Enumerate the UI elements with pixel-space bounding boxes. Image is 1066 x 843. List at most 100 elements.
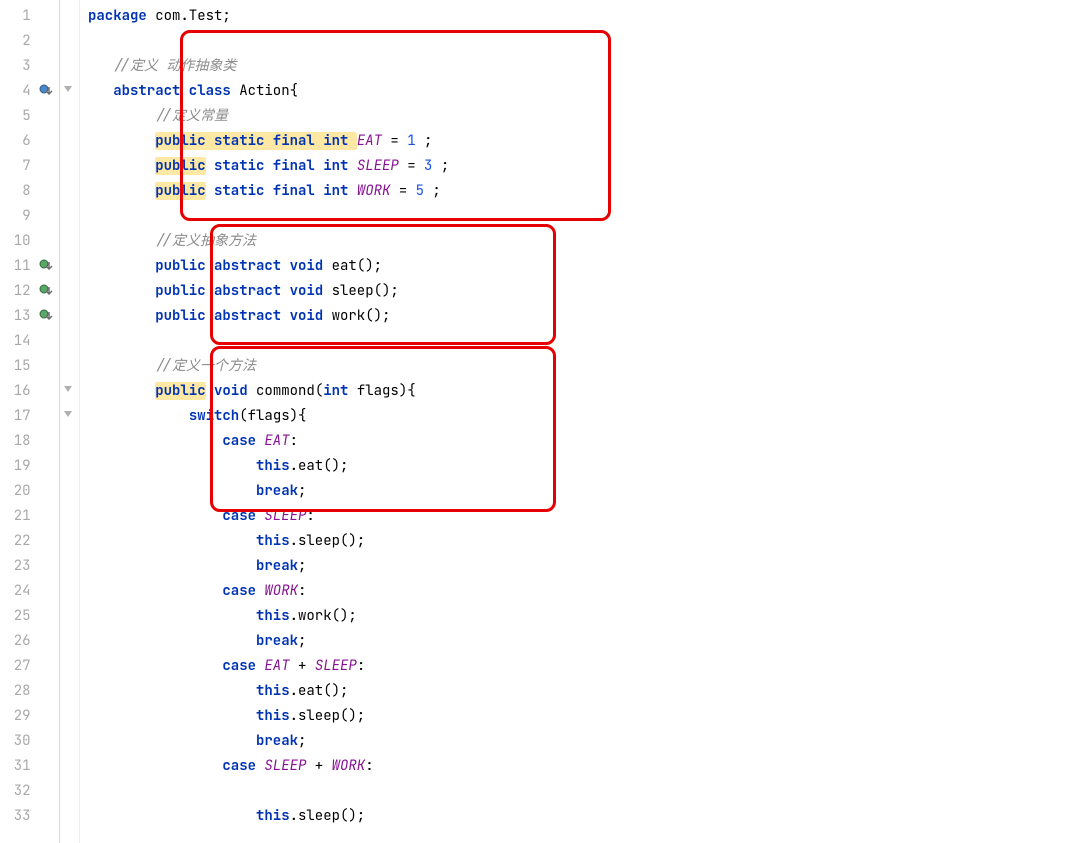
line-number[interactable]: 24: [0, 579, 59, 604]
code-line[interactable]: package com.Test;: [80, 4, 1066, 29]
code-line[interactable]: public abstract void sleep();: [80, 279, 1066, 304]
fold-gutter-line: [60, 779, 79, 804]
line-number[interactable]: 11: [0, 254, 59, 279]
line-number[interactable]: 30: [0, 729, 59, 754]
code-line[interactable]: this.work();: [80, 604, 1066, 629]
fold-gutter-line: [60, 204, 79, 229]
line-number[interactable]: 14: [0, 329, 59, 354]
line-number[interactable]: 23: [0, 554, 59, 579]
fold-gutter-line: [60, 329, 79, 354]
fold-gutter-line: [60, 229, 79, 254]
line-number[interactable]: 19: [0, 454, 59, 479]
code-line[interactable]: case EAT:: [80, 429, 1066, 454]
fold-gutter-line: [60, 129, 79, 154]
fold-gutter-line: [60, 729, 79, 754]
line-number[interactable]: 26: [0, 629, 59, 654]
line-number[interactable]: 5: [0, 104, 59, 129]
fold-toggle-icon[interactable]: [60, 379, 73, 404]
fold-gutter-line: [60, 754, 79, 779]
line-number[interactable]: 1: [0, 4, 59, 29]
code-line[interactable]: this.sleep();: [80, 529, 1066, 554]
fold-gutter-line: [60, 579, 79, 604]
code-line[interactable]: break;: [80, 554, 1066, 579]
line-number[interactable]: 9: [0, 204, 59, 229]
code-line[interactable]: break;: [80, 629, 1066, 654]
gutter-impl-down-green-icon[interactable]: [39, 304, 53, 329]
line-number[interactable]: 28: [0, 679, 59, 704]
code-line[interactable]: switch(flags){: [80, 404, 1066, 429]
fold-gutter-line: [60, 629, 79, 654]
fold-gutter-line: [60, 504, 79, 529]
fold-gutter-line: [60, 404, 79, 429]
line-number[interactable]: 16: [0, 379, 59, 404]
fold-gutter-line: [60, 354, 79, 379]
line-number[interactable]: 29: [0, 704, 59, 729]
fold-gutter-line: [60, 279, 79, 304]
code-line[interactable]: break;: [80, 479, 1066, 504]
code-line[interactable]: case SLEEP:: [80, 504, 1066, 529]
code-line[interactable]: this.eat();: [80, 454, 1066, 479]
code-line[interactable]: //定义常量: [80, 104, 1066, 129]
code-line[interactable]: public void commond(int flags){: [80, 379, 1066, 404]
code-line[interactable]: this.sleep();: [80, 804, 1066, 829]
code-line[interactable]: [80, 329, 1066, 354]
code-area[interactable]: package com.Test; //定义 动作抽象类 abstract cl…: [80, 0, 1066, 843]
code-line[interactable]: this.eat();: [80, 679, 1066, 704]
line-number[interactable]: 18: [0, 429, 59, 454]
line-number[interactable]: 15: [0, 354, 59, 379]
line-number[interactable]: 33: [0, 804, 59, 829]
code-line[interactable]: this.sleep();: [80, 704, 1066, 729]
code-line[interactable]: //定义抽象方法: [80, 229, 1066, 254]
line-number[interactable]: 6: [0, 129, 59, 154]
fold-gutter-line: [60, 254, 79, 279]
code-line[interactable]: //定义一个方法: [80, 354, 1066, 379]
fold-toggle-icon[interactable]: [60, 79, 73, 104]
fold-gutter-line: [60, 804, 79, 829]
fold-gutter-line: [60, 679, 79, 704]
code-line[interactable]: public abstract void eat();: [80, 254, 1066, 279]
line-number[interactable]: 32: [0, 779, 59, 804]
fold-gutter-line: [60, 79, 79, 104]
line-number[interactable]: 7: [0, 154, 59, 179]
fold-gutter-line: [60, 179, 79, 204]
fold-gutter[interactable]: [60, 0, 80, 843]
code-line[interactable]: public static final int EAT = 1 ;: [80, 129, 1066, 154]
code-line[interactable]: abstract class Action{: [80, 79, 1066, 104]
fold-gutter-line: [60, 704, 79, 729]
line-number-gutter[interactable]: 1 2 3 4 5 6 7 8 9 10 11 12 13 14 15 16 1…: [0, 0, 60, 843]
line-number[interactable]: 22: [0, 529, 59, 554]
fold-gutter-line: [60, 379, 79, 404]
line-number[interactable]: 4: [0, 79, 59, 104]
line-number[interactable]: 21: [0, 504, 59, 529]
code-line[interactable]: public static final int SLEEP = 3 ;: [80, 154, 1066, 179]
code-line[interactable]: case SLEEP + WORK:: [80, 754, 1066, 779]
code-line[interactable]: [80, 779, 1066, 804]
code-line[interactable]: [80, 204, 1066, 229]
fold-gutter-line: [60, 104, 79, 129]
gutter-impl-down-green-icon[interactable]: [39, 254, 53, 279]
code-editor[interactable]: 1 2 3 4 5 6 7 8 9 10 11 12 13 14 15 16 1…: [0, 0, 1066, 843]
code-line[interactable]: //定义 动作抽象类: [80, 54, 1066, 79]
line-number[interactable]: 25: [0, 604, 59, 629]
code-line[interactable]: public abstract void work();: [80, 304, 1066, 329]
gutter-override-down-blue-icon[interactable]: [39, 79, 53, 104]
line-number[interactable]: 13: [0, 304, 59, 329]
line-number[interactable]: 10: [0, 229, 59, 254]
line-number[interactable]: 27: [0, 654, 59, 679]
code-line[interactable]: public static final int WORK = 5 ;: [80, 179, 1066, 204]
line-number[interactable]: 8: [0, 179, 59, 204]
line-number[interactable]: 31: [0, 754, 59, 779]
line-number[interactable]: 2: [0, 29, 59, 54]
gutter-impl-down-green-icon[interactable]: [39, 279, 53, 304]
fold-gutter-line: [60, 29, 79, 54]
code-line[interactable]: case WORK:: [80, 579, 1066, 604]
code-line[interactable]: break;: [80, 729, 1066, 754]
line-number[interactable]: 3: [0, 54, 59, 79]
line-number[interactable]: 20: [0, 479, 59, 504]
line-number[interactable]: 12: [0, 279, 59, 304]
code-line[interactable]: [80, 29, 1066, 54]
line-number[interactable]: 17: [0, 404, 59, 429]
fold-gutter-line: [60, 154, 79, 179]
code-line[interactable]: case EAT + SLEEP:: [80, 654, 1066, 679]
fold-toggle-icon[interactable]: [60, 404, 73, 429]
